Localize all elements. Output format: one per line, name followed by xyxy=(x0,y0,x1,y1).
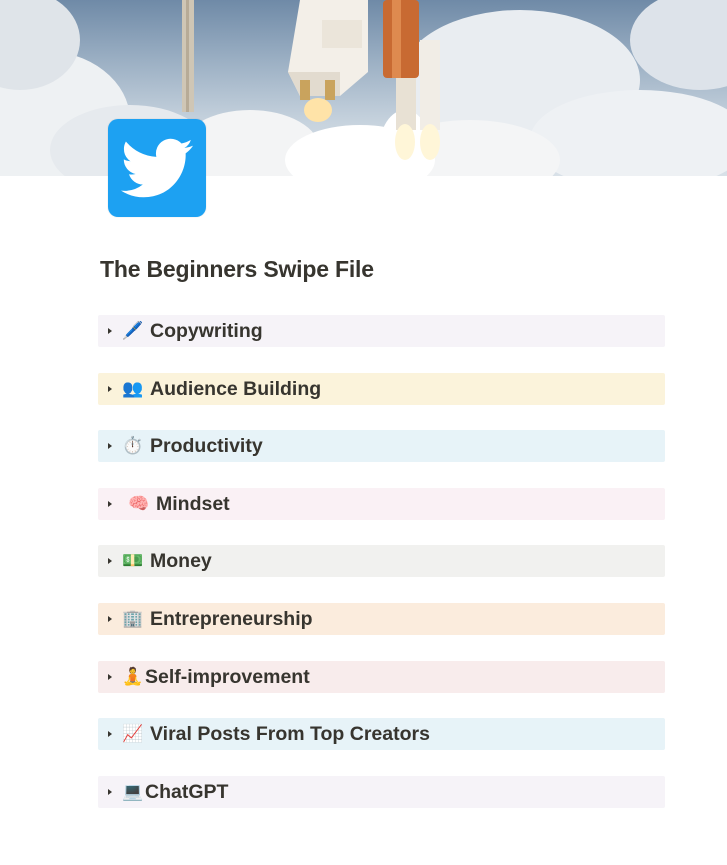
caret-right-icon[interactable] xyxy=(98,373,122,405)
laptop-icon: 💻 xyxy=(122,782,144,802)
toggle-productivity[interactable]: ⏱️ Productivity xyxy=(98,430,665,462)
toggle-self-improvement[interactable]: 🧘 Self-improvement xyxy=(98,661,665,693)
stopwatch-icon: ⏱️ xyxy=(122,436,144,456)
caret-right-icon[interactable] xyxy=(98,661,122,693)
toggle-label: Self-improvement xyxy=(145,666,310,688)
toggle-copywriting[interactable]: 🖊️ Copywriting xyxy=(98,315,665,347)
caret-right-icon[interactable] xyxy=(98,488,122,520)
toggle-label: Entrepreneurship xyxy=(150,608,313,630)
meditation-icon: 🧘 xyxy=(122,667,144,687)
office-building-icon: 🏢 xyxy=(122,609,144,629)
caret-right-icon[interactable] xyxy=(98,430,122,462)
toggle-label: Mindset xyxy=(156,493,230,515)
toggle-viral-posts[interactable]: 📈 Viral Posts From Top Creators xyxy=(98,718,665,750)
caret-right-icon[interactable] xyxy=(98,315,122,347)
pen-icon: 🖊️ xyxy=(122,321,144,341)
chart-increasing-icon: 📈 xyxy=(122,724,144,744)
toggle-mindset[interactable]: 🧠 Mindset xyxy=(98,488,665,520)
toggle-chatgpt[interactable]: 💻 ChatGPT xyxy=(98,776,665,808)
caret-right-icon[interactable] xyxy=(98,545,122,577)
toggle-entrepreneurship[interactable]: 🏢 Entrepreneurship xyxy=(98,603,665,635)
brain-icon: 🧠 xyxy=(128,494,150,514)
caret-right-icon[interactable] xyxy=(98,603,122,635)
twitter-bird-icon[interactable] xyxy=(108,119,206,217)
toggle-label: Productivity xyxy=(150,435,263,457)
caret-right-icon[interactable] xyxy=(98,718,122,750)
people-icon: 👥 xyxy=(122,379,144,399)
money-icon: 💵 xyxy=(122,551,144,571)
toggle-label: ChatGPT xyxy=(145,781,229,803)
notion-page: The Beginners Swipe File 🖊️ Copywriting … xyxy=(0,0,727,865)
toggle-audience-building[interactable]: 👥 Audience Building xyxy=(98,373,665,405)
page-title[interactable]: The Beginners Swipe File xyxy=(100,256,374,283)
toggle-label: Viral Posts From Top Creators xyxy=(150,723,430,745)
toggle-label: Money xyxy=(150,550,212,572)
toggle-money[interactable]: 💵 Money xyxy=(98,545,665,577)
toggle-label: Copywriting xyxy=(150,320,263,342)
toggle-label: Audience Building xyxy=(150,378,322,400)
caret-right-icon[interactable] xyxy=(98,776,122,808)
